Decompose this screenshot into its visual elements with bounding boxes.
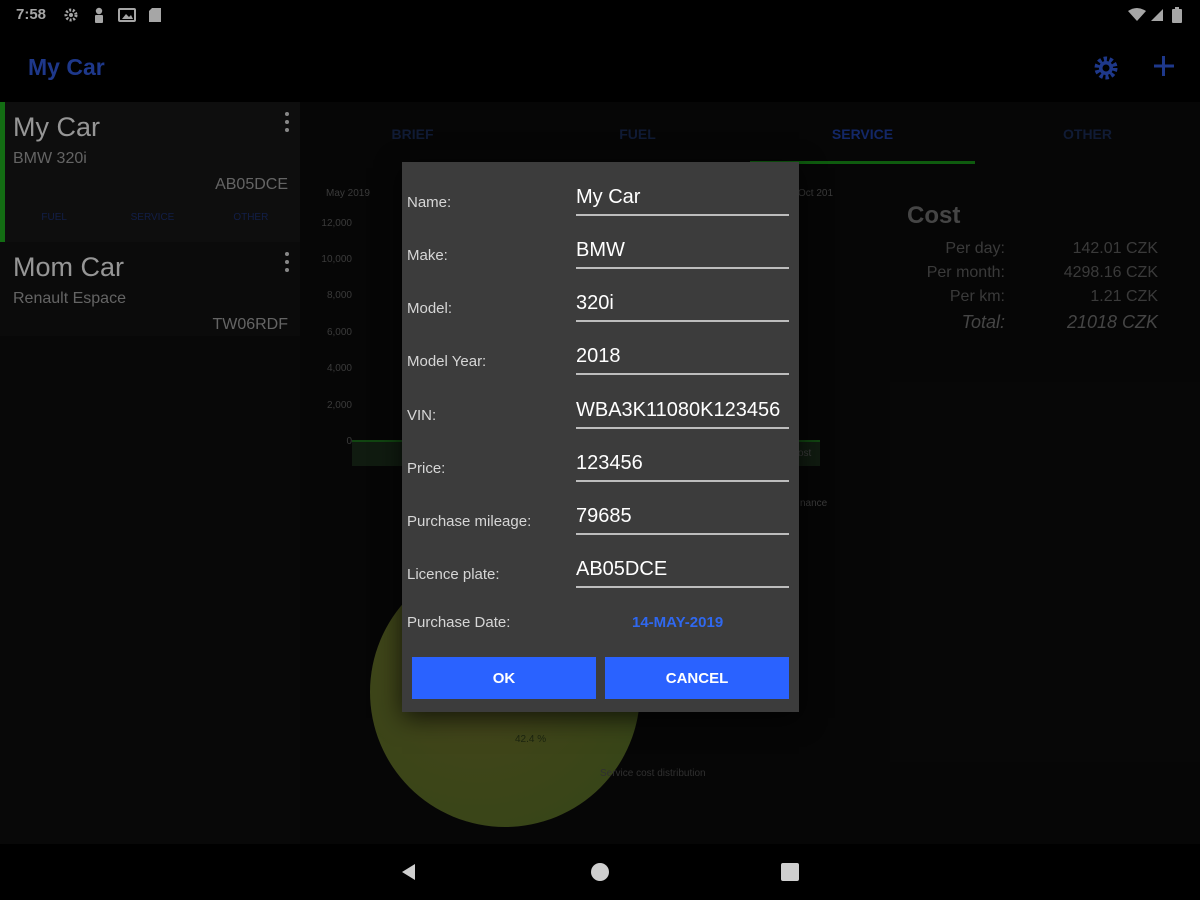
field-row-price: Price: xyxy=(402,434,799,487)
model-label: Model: xyxy=(407,300,453,317)
name-label: Name: xyxy=(407,194,452,211)
recents-icon[interactable] xyxy=(781,863,799,881)
licence-plate-label: Licence plate: xyxy=(407,566,500,583)
field-row-model: Model: xyxy=(402,274,799,327)
model-input[interactable] xyxy=(576,288,789,322)
price-label: Price: xyxy=(407,460,446,477)
field-row-name: Name: xyxy=(402,168,799,221)
system-nav-bar xyxy=(0,845,1200,900)
edit-car-dialog: Name: Make: Model: Model Year: VIN: Pric… xyxy=(402,162,799,712)
name-input[interactable] xyxy=(576,182,789,216)
make-label: Make: xyxy=(407,247,448,264)
model-year-label: Model Year: xyxy=(407,353,487,370)
vin-input[interactable] xyxy=(576,395,789,429)
field-row-model-year: Model Year: xyxy=(402,327,799,380)
field-row-purchase-mileage: Purchase mileage: xyxy=(402,487,799,540)
back-icon[interactable] xyxy=(398,861,420,883)
vin-label: VIN: xyxy=(407,407,437,424)
purchase-mileage-input[interactable] xyxy=(576,501,789,535)
licence-plate-input[interactable] xyxy=(576,554,789,588)
cancel-button[interactable]: CANCEL xyxy=(605,657,789,699)
field-row-make: Make: xyxy=(402,221,799,274)
purchase-mileage-label: Purchase mileage: xyxy=(407,513,532,530)
ok-button[interactable]: OK xyxy=(412,657,596,699)
purchase-date-label: Purchase Date: xyxy=(407,614,511,631)
home-icon[interactable] xyxy=(591,863,609,881)
field-row-purchase-date: Purchase Date: xyxy=(402,588,799,641)
field-row-vin: VIN: xyxy=(402,381,799,434)
field-row-licence-plate: Licence plate: xyxy=(402,540,799,593)
make-input[interactable] xyxy=(576,235,789,269)
model-year-input[interactable] xyxy=(576,341,789,375)
purchase-date-picker[interactable]: 14-MAY-2019 xyxy=(632,614,723,631)
price-input[interactable] xyxy=(576,448,789,482)
